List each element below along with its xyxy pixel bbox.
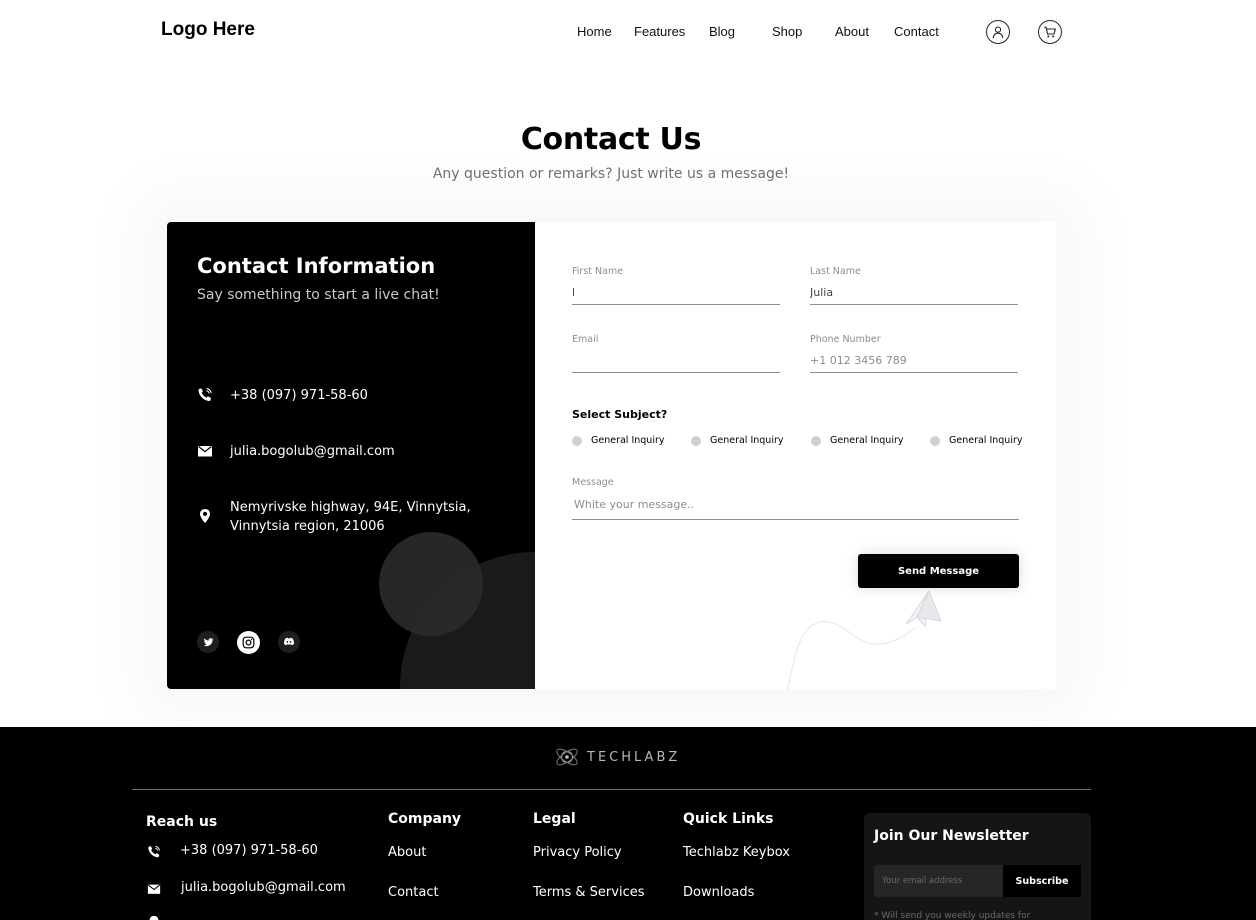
radio-label: General Inquiry (949, 435, 1023, 446)
subject-radio-1[interactable]: General Inquiry (572, 435, 665, 446)
radio-dot[interactable] (691, 435, 701, 446)
footer-link-about[interactable]: About (388, 845, 426, 860)
contact-info-panel: Contact Information Say something to sta… (167, 222, 535, 689)
nav-home[interactable]: Home (577, 24, 612, 39)
radio-dot[interactable] (811, 435, 821, 446)
contact-email[interactable]: julia.bogolub@gmail.com (230, 442, 395, 461)
footer-link-downloads[interactable]: Downloads (683, 885, 754, 900)
techlabz-logo-icon (556, 748, 578, 766)
contact-email-row: julia.bogolub@gmail.com (197, 442, 395, 461)
radio-dot[interactable] (572, 435, 582, 446)
contact-phone-row: +38 (097) 971-58-60 (197, 386, 368, 405)
footer-link-contact[interactable]: Contact (388, 885, 439, 900)
newsletter-note: * Will send you weekly updates for (874, 911, 1031, 920)
footer-brand[interactable]: TECHLABZ (553, 743, 680, 771)
footer-link-keybox[interactable]: Techlabz Keybox (683, 845, 790, 860)
discord-icon[interactable] (278, 631, 300, 653)
reach-us-title: Reach us (146, 814, 218, 830)
email-field[interactable] (572, 351, 780, 373)
phone-field[interactable] (810, 351, 1018, 373)
contact-info-subtitle: Say something to start a live chat! (197, 287, 440, 303)
subscribe-button[interactable]: Subscribe (1003, 865, 1081, 897)
footer-phone[interactable]: +38 (097) 971-58-60 (180, 843, 318, 858)
brand-name: TECHLABZ (587, 749, 681, 765)
radio-label: General Inquiry (830, 435, 904, 446)
message-label: Message (572, 477, 614, 488)
newsletter-box: Join Our Newsletter Subscribe * Will sen… (864, 813, 1091, 920)
first-name-label: First Name (572, 266, 624, 277)
quick-links-title: Quick Links (683, 811, 774, 827)
radio-label: General Inquiry (710, 435, 784, 446)
first-name-field[interactable] (572, 283, 780, 305)
email-icon (197, 443, 213, 459)
last-name-label: Last Name (810, 266, 861, 277)
cart-icon[interactable] (1038, 20, 1062, 44)
footer-email[interactable]: julia.bogolub@gmail.com (181, 880, 346, 895)
logo[interactable]: Logo Here (161, 19, 255, 41)
twitter-icon[interactable] (197, 631, 219, 653)
company-title: Company (388, 811, 462, 827)
location-pin-icon (147, 914, 161, 920)
subject-radio-4[interactable]: General Inquiry (930, 435, 1023, 446)
nav-blog[interactable]: Blog (709, 24, 735, 39)
footer-phone-row: +38 (097) 971-58-60 (147, 843, 318, 858)
message-field[interactable] (572, 494, 1019, 520)
email-label: Email (572, 334, 599, 345)
nav-shop[interactable]: Shop (772, 24, 802, 39)
nav-features[interactable]: Features (634, 24, 685, 39)
subject-radio-2[interactable]: General Inquiry (691, 435, 784, 446)
legal-title: Legal (533, 811, 576, 827)
subject-label: Select Subject? (572, 408, 668, 421)
footer: TECHLABZ Reach us +38 (097) 971-58-60 ju… (0, 727, 1256, 920)
page-title: Contact Us (520, 122, 702, 157)
footer-link-terms[interactable]: Terms & Services (533, 885, 645, 900)
radio-label: General Inquiry (591, 435, 665, 446)
subject-radio-3[interactable]: General Inquiry (811, 435, 904, 446)
location-pin-icon (197, 508, 213, 524)
paper-plane-icon (786, 589, 942, 691)
address-line-1: Nemyrivske highway, 94E, Vinnytsia, (230, 500, 471, 515)
phone-icon (147, 844, 161, 858)
contact-phone[interactable]: +38 (097) 971-58-60 (230, 386, 368, 405)
contact-address: Nemyrivske highway, 94E, Vinnytsia, Vinn… (230, 498, 471, 536)
newsletter-email-input[interactable] (874, 865, 1003, 897)
footer-email-row: julia.bogolub@gmail.com (147, 880, 346, 895)
footer-divider (132, 789, 1091, 790)
address-line-2: Vinnytsia region, 21006 (230, 519, 385, 534)
page-subtitle: Any question or remarks? Just write us a… (432, 166, 790, 182)
contact-address-row: Nemyrivske highway, 94E, Vinnytsia, Vinn… (197, 498, 471, 536)
phone-label: Phone Number (810, 334, 881, 345)
contact-info-title: Contact Information (197, 254, 436, 278)
user-icon[interactable] (986, 20, 1010, 44)
contact-card: Contact Information Say something to sta… (167, 222, 1056, 691)
decorative-circle-small (379, 532, 483, 636)
radio-dot[interactable] (930, 435, 940, 446)
send-message-button[interactable]: Send Message (858, 554, 1019, 588)
nav-contact[interactable]: Contact (894, 24, 939, 39)
footer-link-privacy[interactable]: Privacy Policy (533, 845, 622, 860)
nav-about[interactable]: About (835, 24, 869, 39)
newsletter-title: Join Our Newsletter (874, 828, 1029, 844)
last-name-field[interactable] (810, 283, 1018, 305)
email-icon (147, 881, 161, 895)
instagram-icon[interactable] (237, 631, 260, 654)
phone-icon (197, 387, 213, 403)
